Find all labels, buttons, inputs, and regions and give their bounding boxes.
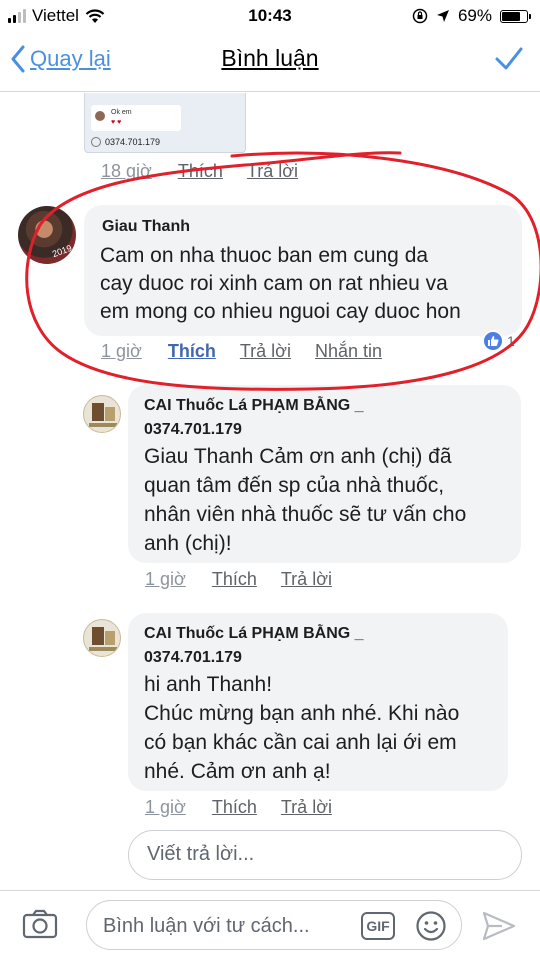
comment-input[interactable]: Bình luận với tư cách... GIF: [86, 900, 462, 950]
camera-button[interactable]: [22, 909, 58, 944]
reply-button[interactable]: Trả lời: [240, 341, 291, 362]
comment-time: 18 giờ: [101, 161, 152, 181]
lock-rotation-icon: [412, 8, 428, 24]
comment-line: cay duoc roi xinh cam on rat nhieu va: [100, 272, 448, 295]
comment-line: hi anh Thanh!: [144, 673, 273, 696]
like-count: 1: [507, 333, 515, 349]
comment-author-line: CAI Thuốc Lá PHẠM BẰNG _: [144, 625, 364, 642]
comment-time: 1 giờ: [145, 797, 186, 817]
thumbnail-message: Ok em ♥ ♥: [91, 105, 181, 131]
comment-author[interactable]: CAI Thuốc Lá PHẠM BẰNG _ 0374.701.179: [144, 622, 364, 670]
message-button[interactable]: Nhắn tin: [315, 341, 382, 362]
camera-icon: [22, 909, 58, 939]
comment-line: Cam on nha thuoc ban em cung da: [100, 244, 429, 267]
comment-time: 1 giờ: [145, 569, 186, 589]
comment-author[interactable]: CAI Thuốc Lá PHẠM BẰNG _ 0374.701.179: [144, 394, 364, 442]
comment-line: nhân viên nhà thuốc sẽ tư vấn cho: [144, 503, 467, 526]
comment-author-line: 0374.701.179: [144, 649, 242, 666]
emoji-button[interactable]: [415, 910, 447, 947]
avatar-graphic: [105, 407, 115, 421]
thumbnail-ring-icon: [91, 137, 101, 147]
avatar-graphic: [89, 423, 117, 427]
comment-line: quan tâm đến sp của nhà thuốc,: [144, 474, 445, 497]
comment-text: hi anh Thanh! Chúc mừng bạn anh nhé. Khi…: [144, 670, 459, 786]
checkmark-icon: [495, 47, 523, 70]
thumbnail-phone: 0374.701.179: [105, 137, 161, 147]
comment-feed[interactable]: Ok em ♥ ♥ 0374.701.179 18 giờ Thích Trả …: [0, 93, 540, 890]
comment-actions: 18 giờ Thích Trả lời: [101, 161, 298, 182]
status-bar: Viettel 10:43 69%: [0, 0, 540, 32]
send-button[interactable]: [482, 911, 516, 946]
thumbnail-bar: 0374.701.179: [91, 137, 160, 147]
screenshot-thumbnail[interactable]: Ok em ♥ ♥ 0374.701.179: [84, 93, 246, 153]
avatar-graphic: [105, 631, 115, 645]
send-icon: [482, 911, 516, 941]
nav-bar: Quay lại Bình luận: [0, 32, 540, 92]
avatar-graphic: [92, 403, 104, 421]
comment-author[interactable]: Giau Thanh: [102, 218, 190, 236]
comment-actions: 1 giờ Thích Trả lời: [145, 797, 332, 818]
comment-line: em mong co nhieu nguoi cay duoc hon: [100, 300, 461, 323]
avatar-graphic: [92, 627, 104, 645]
comment-line: Chúc mừng bạn anh nhé. Khi nào: [144, 702, 460, 725]
like-button[interactable]: Thích: [168, 341, 216, 362]
avatar[interactable]: [83, 395, 121, 433]
thumbs-up-icon: [482, 330, 504, 352]
comment-line: anh (chị)!: [144, 532, 232, 555]
done-button[interactable]: [494, 44, 524, 79]
comment-time: 1 giờ: [101, 341, 142, 361]
comment-author-line: CAI Thuốc Lá PHẠM BẰNG _: [144, 397, 364, 414]
comment-bubble[interactable]: CAI Thuốc Lá PHẠM BẰNG _ 0374.701.179 hi…: [128, 613, 508, 791]
comment-line: có bạn khác cần cai anh lại ới em: [144, 731, 457, 754]
comment-actions: 1 giờ Thích Trả lời: [145, 569, 332, 590]
reply-input[interactable]: Viết trả lời...: [128, 830, 522, 880]
comment-bubble[interactable]: Giau Thanh Cam on nha thuoc ban em cung …: [84, 205, 522, 336]
location-icon: [436, 10, 449, 22]
status-right: 69%: [412, 6, 531, 26]
heart-icon: ♥ ♥: [111, 119, 122, 126]
battery-level: [502, 11, 520, 21]
comment-actions: 1 giờ Thích Trả lời Nhắn tin: [101, 341, 382, 362]
avatar[interactable]: [83, 619, 121, 657]
battery-percent: 69%: [457, 6, 492, 25]
emoji-icon: [416, 911, 446, 941]
like-button[interactable]: Thích: [212, 569, 257, 590]
like-button[interactable]: Thích: [212, 797, 257, 818]
reply-button[interactable]: Trả lời: [281, 797, 332, 818]
gif-button[interactable]: GIF: [361, 912, 395, 940]
reply-button[interactable]: Trả lời: [281, 569, 332, 590]
avatar-decoration: 2019: [50, 242, 74, 260]
comment-text: Cam on nha thuoc ban em cung da cay duoc…: [100, 242, 461, 326]
reply-button[interactable]: Trả lời: [247, 161, 298, 182]
comment-author-line: 0374.701.179: [144, 421, 242, 438]
reaction-count[interactable]: 1: [482, 330, 515, 352]
like-button[interactable]: Thích: [178, 161, 223, 182]
avatar-graphic: [89, 647, 117, 651]
battery-icon: [500, 9, 531, 23]
comment-bubble[interactable]: CAI Thuốc Lá PHẠM BẰNG _ 0374.701.179 Gi…: [128, 385, 521, 563]
page-title: Bình luận: [221, 45, 319, 71]
thumbnail-avatar: [95, 111, 105, 121]
comment-line: nhé. Cảm ơn anh ạ!: [144, 760, 331, 783]
comment-composer: Bình luận với tư cách... GIF: [0, 890, 540, 960]
thumbnail-text: Ok em: [111, 109, 132, 116]
comment-text: Giau Thanh Cảm ơn anh (chị) đã quan tâm …: [144, 442, 466, 558]
comment-line: Giau Thanh Cảm ơn anh (chị) đã: [144, 445, 452, 468]
comment-input-placeholder: Bình luận với tư cách...: [103, 915, 310, 937]
avatar[interactable]: 2019: [18, 206, 76, 264]
